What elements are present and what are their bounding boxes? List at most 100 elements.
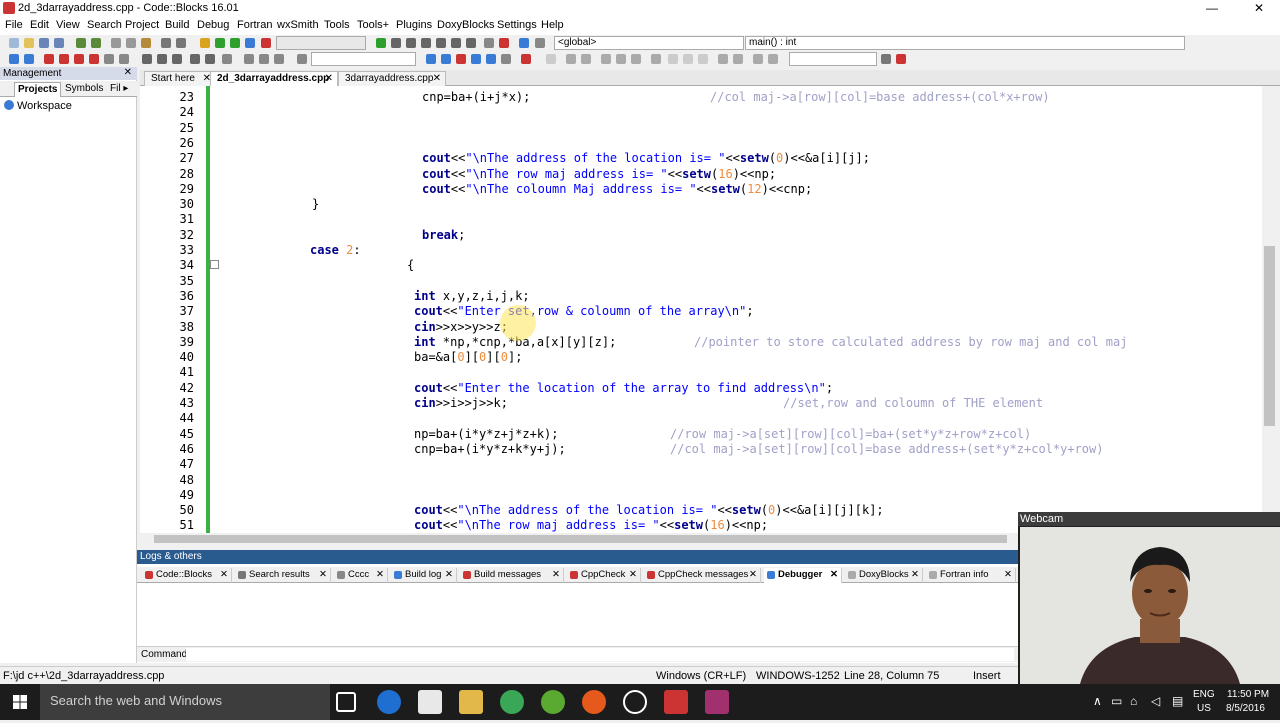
doxy-html-icon[interactable] [616,54,626,64]
scope-select[interactable]: <global> [554,36,744,50]
code-line[interactable]: break; [422,228,465,242]
code-line[interactable]: cout<<"\nThe row maj address is= "<<setw… [422,167,776,181]
find-next-icon[interactable] [297,54,307,64]
debug-info-icon[interactable] [535,38,545,48]
clock-date[interactable]: 8/5/2016 [1226,703,1265,714]
find-icon[interactable] [161,38,171,48]
network-icon[interactable]: ⌂ [1130,694,1137,708]
tab-cppcheck-messages[interactable]: CppCheck messages ✕ [644,568,761,583]
scroll-thumb[interactable] [1264,246,1275,426]
menu-tools[interactable]: Tools [324,19,350,31]
next-instruction-icon[interactable] [451,38,461,48]
search-combo[interactable] [311,52,416,66]
code-line[interactable]: np=ba+(i*y*z+j*z+k); [414,427,559,441]
undo-icon[interactable] [76,38,86,48]
code-line[interactable]: cout<<"\nThe coloumn Maj address is= "<<… [422,182,812,196]
menu-view[interactable]: View [56,19,80,31]
task-view-icon[interactable] [336,692,356,712]
paste-icon[interactable] [141,38,151,48]
app-icon[interactable] [582,690,606,714]
debug-windows-icon[interactable] [519,38,529,48]
stream-comment-icon[interactable] [190,54,200,64]
uncomment-icon[interactable] [157,54,167,64]
tab-build-messages[interactable]: Build messages ✕ [460,568,564,583]
code-editor[interactable]: 23 24 25 26 27 28 29 30 31 32 33 34 35 36 37 38 39 40 41 42… [140,86,1277,533]
tab-close-icon[interactable]: ✕ [911,568,919,582]
menu-fortran[interactable]: Fortran [237,19,272,31]
tab-codeblocks-log[interactable]: Code::Blocks ✕ [142,568,232,583]
utorrent-icon[interactable] [541,690,565,714]
tab-start-here[interactable]: Start here ✕ [144,71,216,86]
bookmark-prev-icon[interactable] [59,54,69,64]
save-all-icon[interactable] [54,38,64,48]
doxy-wizard-icon[interactable] [546,54,556,64]
function-select[interactable]: main() : int [745,36,1185,50]
file-explorer-icon[interactable] [459,690,483,714]
tab-close-icon[interactable]: ✕ [830,568,838,582]
unindent-icon[interactable] [119,54,129,64]
code-line[interactable]: cout<<"\nThe row maj address is= "<<setw… [414,518,768,532]
marker-icon[interactable] [259,54,269,64]
tab-search-results[interactable]: Search results ✕ [235,568,331,583]
fortran-icon-1[interactable] [668,54,678,64]
close-button[interactable]: ✕ [1239,0,1279,17]
menu-project[interactable]: Project [125,19,159,31]
tab-3darrayaddress[interactable]: 3darrayaddress.cpp ✕ [338,71,446,86]
menu-plugins[interactable]: Plugins [396,19,432,31]
code-line[interactable]: cnp=ba+(i+j*x); [422,90,530,104]
settings-tool-icon[interactable] [896,54,906,64]
taskbar-search[interactable]: Search the web and Windows [40,684,330,720]
doxy-chm-icon[interactable] [631,54,641,64]
menu-search[interactable]: Search [87,19,122,31]
tab-close-icon[interactable]: ✕ [629,568,637,582]
cut-icon[interactable] [111,38,121,48]
symbol-find-icon[interactable] [881,54,891,64]
code-line[interactable]: cnp=ba+(i*y*z+k*y+j); [414,442,566,456]
tool-icon[interactable] [222,54,232,64]
replace-icon[interactable] [176,38,186,48]
code-line[interactable]: int x,y,z,i,j,k; [414,289,530,303]
comment-icon[interactable] [142,54,152,64]
tab-close-icon[interactable]: ✕ [433,72,441,86]
battery-icon[interactable]: ▭ [1111,694,1122,708]
step-instruction-icon[interactable] [466,38,476,48]
doxy-block-icon[interactable] [581,54,591,64]
tab-close-icon[interactable]: ✕ [552,568,560,582]
build-icon[interactable] [200,38,210,48]
indent-icon[interactable] [104,54,114,64]
chrome-icon[interactable] [500,690,524,714]
media-app-icon[interactable] [623,690,647,714]
class-icon[interactable] [768,54,778,64]
menu-edit[interactable]: Edit [30,19,49,31]
code-line[interactable]: cin>>i>>j>>k; [414,396,508,410]
menu-settings[interactable]: Settings [497,19,537,31]
pause-icon[interactable] [484,38,494,48]
editor-vertical-scrollbar[interactable] [1262,86,1277,533]
build-run-icon[interactable] [230,38,240,48]
run-icon[interactable] [215,38,225,48]
build-target-select[interactable] [276,36,366,50]
clear-search-icon[interactable] [521,54,531,64]
menu-build[interactable]: Build [165,19,189,31]
box-comment-icon[interactable] [205,54,215,64]
code-line[interactable]: cout<<"Enter the location of the array t… [414,381,833,395]
next-icon[interactable] [274,54,284,64]
scroll-thumb[interactable] [154,535,1007,543]
jump-back-icon[interactable] [9,54,19,64]
doxy-extract-icon[interactable] [566,54,576,64]
menu-tools-plus[interactable]: Tools+ [357,19,389,31]
tab-close-icon[interactable]: ✕ [1004,568,1012,582]
save-icon[interactable] [39,38,49,48]
step-out-icon[interactable] [436,38,446,48]
rebuild-icon[interactable] [245,38,255,48]
code-line[interactable]: ba=&a[0][0][0]; [414,350,522,364]
bookmark-toggle-icon[interactable] [44,54,54,64]
tab-doxyblocks[interactable]: DoxyBlocks ✕ [845,568,923,583]
toggle-comment-icon[interactable] [172,54,182,64]
next-line-icon[interactable] [406,38,416,48]
symbol-search-combo[interactable] [789,52,877,66]
workspace-tree-item[interactable]: Workspace [4,100,72,112]
tab-close-icon[interactable]: ✕ [220,568,228,582]
new-file-icon[interactable] [9,38,19,48]
tab-build-log[interactable]: Build log ✕ [391,568,457,583]
